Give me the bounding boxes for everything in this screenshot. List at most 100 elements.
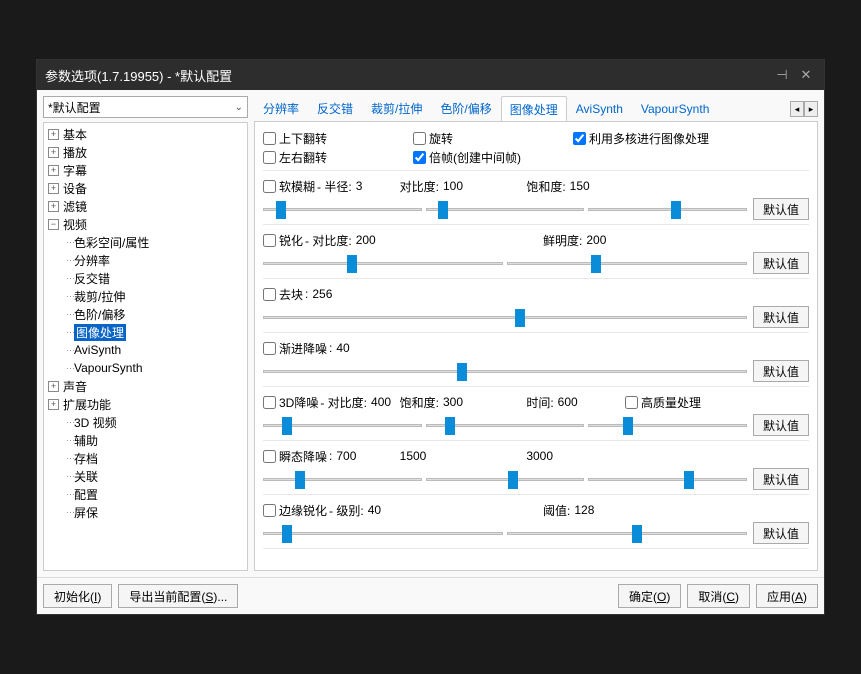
tree-item[interactable]: 屏保 [44,503,247,521]
tree-item[interactable]: 分辨率 [44,251,247,269]
tree-item[interactable]: VapourSynth [44,359,247,377]
tree-item[interactable]: +播放 [44,143,247,161]
tree-label: 扩展功能 [63,396,111,413]
expand-icon[interactable]: + [48,147,59,158]
softblur-slider-2[interactable] [588,199,747,219]
gradualdn-checkbox[interactable]: 渐进降噪 [263,340,327,357]
tempdn-slider-2[interactable] [588,469,747,489]
tree-label: 反交错 [74,270,110,287]
tab-scroll-left[interactable]: ◂ [790,101,804,117]
tree-item[interactable]: 配置 [44,485,247,503]
cancel-button[interactable]: 取消(C) [687,584,750,608]
sharpen-default-button[interactable]: 默认值 [753,252,809,274]
flip-horizontal-checkbox[interactable]: 左右翻转 [263,149,413,166]
tree-label: VapourSynth [74,361,143,375]
tab-scroll-right[interactable]: ▸ [804,101,818,117]
tab-6[interactable]: VapourSynth [632,97,719,121]
edgesharp-param-1: 阈值: 128 [543,502,594,519]
preset-combo[interactable]: *默认配置 ⌄ [43,96,248,118]
deblock-slider-0[interactable] [263,307,747,327]
apply-button[interactable]: 应用(A) [756,584,818,608]
init-button[interactable]: 初始化(I) [43,584,112,608]
expand-icon[interactable]: + [48,381,59,392]
tree-item[interactable]: 色阶/偏移 [44,305,247,323]
softblur-slider-0[interactable] [263,199,422,219]
tree-item[interactable]: 图像处理 [44,323,247,341]
tree-label: 色彩空间/属性 [74,234,149,251]
tempdn-slider-1[interactable] [426,469,585,489]
tab-0[interactable]: 分辨率 [254,96,308,122]
rotate-checkbox[interactable]: 旋转 [413,130,573,147]
tree-label: 滤镜 [63,198,87,215]
dn3d-checkbox[interactable]: 3D降噪 [263,394,318,411]
edgesharp-checkbox[interactable]: 边缘锐化 [263,502,327,519]
dn3d-slider-2[interactable] [588,415,747,435]
nav-tree[interactable]: +基本+播放+字幕+设备+滤镜−视频色彩空间/属性分辨率反交错裁剪/拉伸色阶/偏… [43,122,248,571]
gradualdn-default-button[interactable]: 默认值 [753,360,809,382]
tree-item[interactable]: + 滤镜 [44,197,247,215]
tree-label: 辅助 [74,432,98,449]
tab-4[interactable]: 图像处理 [501,96,567,122]
tree-item[interactable]: 存档 [44,449,247,467]
tree-item[interactable]: 反交错 [44,269,247,287]
tree-item[interactable]: AviSynth [44,341,247,359]
tempdn-slider-0[interactable] [263,469,422,489]
sharpen-checkbox[interactable]: 锐化 [263,232,303,249]
sharpen-slider-1[interactable] [507,253,747,273]
tree-item[interactable]: −视频 [44,215,247,233]
dn3d-default-button[interactable]: 默认值 [753,414,809,436]
tree-item[interactable]: 裁剪/拉伸 [44,287,247,305]
expand-icon[interactable]: + [48,165,59,176]
tree-item[interactable]: +声音 [44,377,247,395]
dn3d-slider-0[interactable] [263,415,422,435]
edgesharp-slider-1[interactable] [507,523,747,543]
expand-icon[interactable]: + [48,183,59,194]
collapse-icon[interactable]: − [48,219,59,230]
export-button[interactable]: 导出当前配置(S)... [118,584,238,608]
softblur-default-button[interactable]: 默认值 [753,198,809,220]
dn3d-param-1: 饱和度: 300 [400,394,463,411]
tree-label: 视频 [63,216,87,233]
dn3d-slider-1[interactable] [426,415,585,435]
gradualdn-slider-0[interactable] [263,361,747,381]
doubleframe-checkbox[interactable]: 倍帧(创建中间帧) [413,149,521,166]
sharpen-param-1: 鲜明度: 200 [543,232,606,249]
tab-2[interactable]: 裁剪/拉伸 [362,96,431,122]
softblur-checkbox[interactable]: 软模糊 [263,178,315,195]
expand-icon[interactable]: + [48,399,59,410]
dn3d-extra-checkbox[interactable]: 高质量处理 [625,394,701,411]
tree-item[interactable]: 辅助 [44,431,247,449]
deblock-default-button[interactable]: 默认值 [753,306,809,328]
tree-item[interactable]: +设备 [44,179,247,197]
tree-item[interactable]: 3D 视频 [44,413,247,431]
tempdn-default-button[interactable]: 默认值 [753,468,809,490]
edgesharp-default-button[interactable]: 默认值 [753,522,809,544]
preset-value: *默认配置 [48,99,101,116]
flip-vertical-checkbox[interactable]: 上下翻转 [263,130,413,147]
tempdn-param-0: : 700 [329,449,356,463]
expand-icon[interactable]: + [48,201,59,212]
tempdn-checkbox[interactable]: 瞬态降噪 [263,448,327,465]
tab-5[interactable]: AviSynth [567,97,632,121]
tree-label: 图像处理 [74,324,126,341]
tree-item[interactable]: +字幕 [44,161,247,179]
window-title: 参数选项(1.7.19955) - *默认配置 [45,66,232,85]
tab-3[interactable]: 色阶/偏移 [431,96,500,122]
ok-button[interactable]: 确定(O) [618,584,681,608]
tab-1[interactable]: 反交错 [308,96,362,122]
multicore-checkbox[interactable]: 利用多核进行图像处理 [573,130,709,147]
sharpen-slider-0[interactable] [263,253,503,273]
tree-label: 分辨率 [74,252,110,269]
tree-item[interactable]: 色彩空间/属性 [44,233,247,251]
softblur-slider-1[interactable] [426,199,585,219]
close-icon[interactable]: ✕ [796,67,816,83]
pin-icon[interactable]: ⊣ [772,67,792,83]
tree-item[interactable]: + 扩展功能 [44,395,247,413]
tree-item[interactable]: +基本 [44,125,247,143]
tree-item[interactable]: 关联 [44,467,247,485]
titlebar[interactable]: 参数选项(1.7.19955) - *默认配置 ⊣ ✕ [37,60,824,90]
edgesharp-slider-0[interactable] [263,523,503,543]
softblur-param-1: 对比度: 100 [400,178,463,195]
deblock-checkbox[interactable]: 去块 [263,286,303,303]
expand-icon[interactable]: + [48,129,59,140]
